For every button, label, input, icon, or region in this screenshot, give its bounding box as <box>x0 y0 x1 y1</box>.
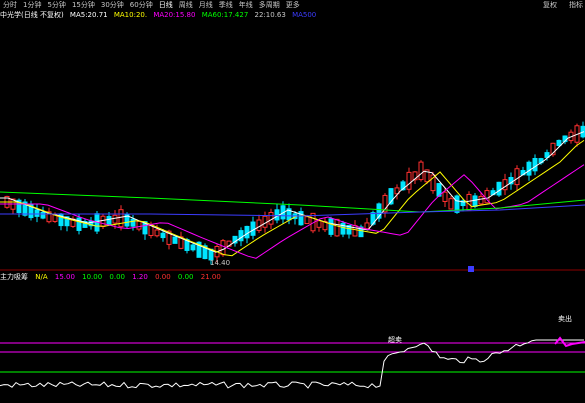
candle[interactable] <box>268 212 274 225</box>
candle[interactable] <box>316 220 322 228</box>
candle[interactable] <box>100 215 106 227</box>
low-price-label: 14.40 <box>210 259 231 267</box>
candle[interactable] <box>334 218 340 237</box>
candle[interactable] <box>118 209 124 228</box>
indicator-item-6: 0.00 <box>177 273 194 281</box>
candle[interactable] <box>112 214 118 224</box>
indicator-line <box>0 339 584 389</box>
ma5-line <box>0 131 585 253</box>
indicator-peak <box>554 336 585 348</box>
indicator-legend: 主力吸筹 N/A 15.00 10.00 0.00 1.20 0.00 0.00… <box>0 272 585 281</box>
candle[interactable] <box>130 218 136 227</box>
candle[interactable] <box>328 218 334 235</box>
candle[interactable] <box>136 220 142 230</box>
candle[interactable] <box>274 209 280 221</box>
candle[interactable] <box>502 179 508 191</box>
candle[interactable] <box>472 195 478 207</box>
candle[interactable] <box>448 198 454 210</box>
indicator-item-5: 0.00 <box>155 273 171 281</box>
candle[interactable] <box>442 191 448 202</box>
candle[interactable] <box>478 195 484 205</box>
candle[interactable] <box>160 232 166 239</box>
candle[interactable] <box>106 215 112 225</box>
indicator-title: 主力吸筹 <box>0 273 28 281</box>
chart-canvas[interactable] <box>0 0 585 403</box>
candle[interactable] <box>40 211 46 219</box>
ma10-line <box>0 139 585 257</box>
candle[interactable] <box>364 222 370 230</box>
candle[interactable] <box>514 168 520 186</box>
candle[interactable] <box>466 193 472 211</box>
candle[interactable] <box>256 219 262 231</box>
candle[interactable] <box>154 229 160 237</box>
candle[interactable] <box>526 161 532 176</box>
candle[interactable] <box>34 209 40 217</box>
indicator-item-0: N/A <box>35 273 48 281</box>
candle[interactable] <box>418 161 424 181</box>
candle[interactable] <box>250 221 256 236</box>
candle[interactable] <box>262 215 268 228</box>
candle[interactable] <box>496 181 502 196</box>
candle[interactable] <box>406 171 412 190</box>
candle[interactable] <box>532 157 538 172</box>
candle[interactable] <box>190 244 196 251</box>
indicator-item-1: 15.00 <box>54 273 75 281</box>
indicator-item-4: 1.20 <box>132 273 148 281</box>
signal-bottom-label: 卖出 <box>558 315 572 323</box>
candle[interactable] <box>244 225 250 239</box>
candle[interactable] <box>304 216 310 225</box>
indicator-item-2: 10.00 <box>82 273 103 281</box>
signal-top-label: 超卖 <box>388 336 402 344</box>
indicator-item-3: 0.00 <box>109 273 126 281</box>
candle[interactable] <box>220 240 226 256</box>
candle[interactable] <box>172 236 178 244</box>
candle[interactable] <box>556 139 562 147</box>
candle[interactable] <box>238 230 244 242</box>
indicator-item-7: 21.00 <box>200 273 221 281</box>
